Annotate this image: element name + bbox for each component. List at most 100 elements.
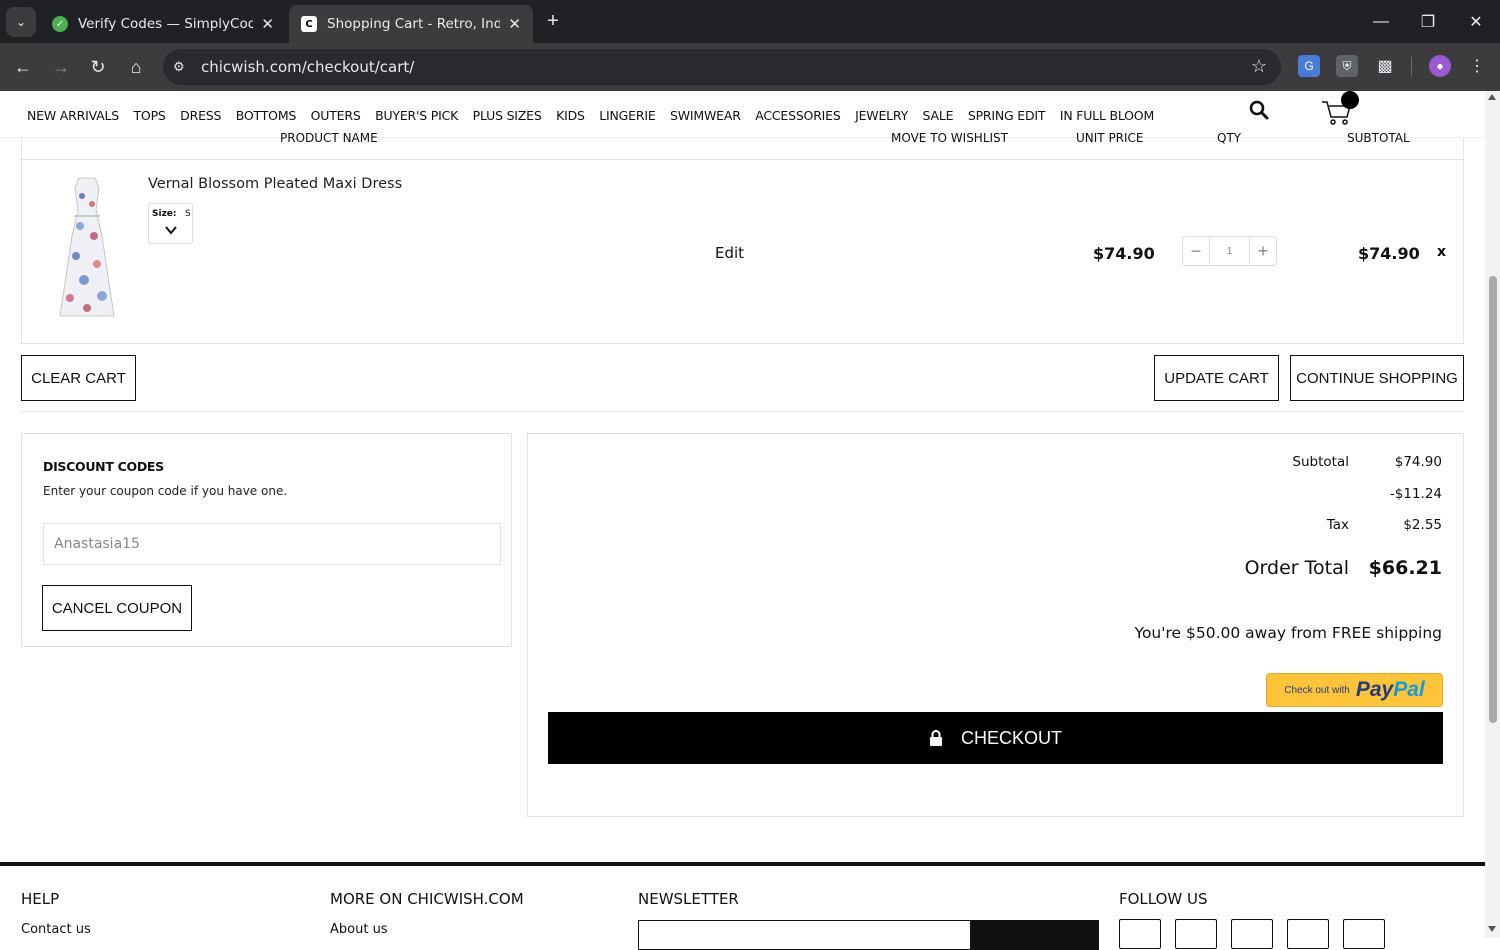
scroll-up-arrow-icon[interactable] — [1488, 94, 1496, 100]
quantity-stepper: − 1 + — [1182, 236, 1277, 266]
column-header-product: PRODUCT NAME — [280, 132, 378, 144]
translate-extension-icon[interactable]: G — [1298, 55, 1320, 77]
paypal-checkout-button[interactable]: Check out with PayPal — [1266, 673, 1443, 707]
order-total-label: Order Total — [1244, 557, 1349, 579]
minimize-icon[interactable]: — — [1366, 8, 1396, 36]
decrease-qty-button[interactable]: − — [1183, 237, 1209, 265]
reload-icon[interactable]: ↻ — [84, 53, 112, 81]
nav-jewelry[interactable]: JEWELRY — [855, 108, 908, 123]
footer-follow-heading: FOLLOW US — [1119, 890, 1208, 908]
nav-accessories[interactable]: ACCESSORIES — [755, 108, 841, 123]
cancel-coupon-button[interactable]: CANCEL COUPON — [42, 585, 192, 631]
nav-spring-edit[interactable]: SPRING EDIT — [968, 108, 1046, 123]
discount-value: -$11.24 — [1389, 486, 1442, 502]
discount-hint: Enter your coupon code if you have one. — [43, 484, 288, 498]
nav-buyers-pick[interactable]: BUYER'S PICK — [375, 108, 458, 123]
cart-count-badge — [1341, 91, 1359, 109]
footer-about-link[interactable]: About us — [330, 922, 388, 937]
scrollbar-thumb[interactable] — [1489, 276, 1497, 723]
back-icon[interactable]: ← — [9, 53, 37, 81]
profile-avatar[interactable]: ● — [1429, 55, 1451, 77]
tiktok-icon[interactable] — [1343, 919, 1385, 949]
item-subtotal: $74.90 — [1358, 244, 1420, 263]
checkout-button[interactable]: CHECKOUT — [548, 712, 1443, 764]
cart-table: PRODUCT NAME MOVE TO WISHLIST UNIT PRICE… — [21, 132, 1464, 344]
lock-icon — [929, 730, 942, 746]
shield-extension-icon[interactable]: ⛨ — [1336, 55, 1358, 77]
remove-item-button[interactable]: x — [1437, 244, 1446, 260]
edit-item-link[interactable]: Edit — [715, 244, 744, 262]
nav-tops[interactable]: TOPS — [134, 108, 166, 123]
site-header: NEW ARRIVALS TOPS DRESS BOTTOMS OUTERS B… — [0, 91, 1485, 138]
discount-title: DISCOUNT CODES — [43, 459, 164, 474]
page-scrollbar[interactable] — [1485, 91, 1500, 938]
restore-icon[interactable]: ❐ — [1413, 8, 1443, 36]
product-image[interactable] — [52, 176, 122, 326]
close-tab-icon[interactable]: ✕ — [508, 15, 521, 33]
free-shipping-message: You're $50.00 away from FREE shipping — [1134, 624, 1442, 642]
nav-lingerie[interactable]: LINGERIE — [599, 108, 655, 123]
nav-bottoms[interactable]: BOTTOMS — [236, 108, 297, 123]
toolbar-separator — [1411, 57, 1412, 77]
unit-price: $74.90 — [1093, 244, 1155, 263]
footer-newsletter-heading: NEWSLETTER — [638, 890, 739, 908]
nav-plus-sizes[interactable]: PLUS SIZES — [473, 108, 542, 123]
size-label: Size: — [152, 209, 177, 219]
footer-contact-link[interactable]: Contact us — [21, 922, 91, 937]
product-name-link[interactable]: Vernal Blossom Pleated Maxi Dress — [148, 176, 402, 192]
tax-label: Tax — [1326, 517, 1349, 533]
column-header-unit-price: UNIT PRICE — [1076, 132, 1144, 144]
main-menu: NEW ARRIVALS TOPS DRESS BOTTOMS OUTERS B… — [27, 108, 1169, 123]
close-tab-icon[interactable]: ✕ — [261, 15, 274, 33]
increase-qty-button[interactable]: + — [1250, 237, 1276, 265]
scroll-down-arrow-icon[interactable] — [1488, 926, 1496, 932]
extensions-puzzle-icon[interactable]: ▩ — [1374, 55, 1396, 77]
section-divider — [21, 411, 1464, 412]
checkout-label: CHECKOUT — [960, 727, 1062, 748]
paypal-caption: Check out with — [1284, 684, 1350, 696]
facebook-icon[interactable] — [1175, 919, 1217, 949]
pinterest-icon[interactable] — [1231, 919, 1273, 949]
tab-search-icon[interactable]: ⌄ — [6, 7, 36, 37]
header-divider — [22, 159, 1463, 160]
subtotal-value: $74.90 — [1394, 454, 1442, 470]
continue-shopping-button[interactable]: CONTINUE SHOPPING — [1290, 355, 1464, 401]
search-icon[interactable] — [1248, 99, 1270, 121]
newsletter-subscribe-button[interactable] — [971, 920, 1099, 950]
nav-sale[interactable]: SALE — [923, 108, 954, 123]
forward-icon[interactable]: → — [47, 53, 75, 81]
site-info-icon[interactable]: ⚙ — [173, 59, 193, 75]
size-value: S — [185, 209, 191, 219]
instagram-icon[interactable] — [1119, 919, 1161, 949]
twitter-icon[interactable] — [1287, 919, 1329, 949]
tab-title: Verify Codes — SimplyCodes — [78, 16, 254, 32]
update-cart-button[interactable]: UPDATE CART — [1154, 355, 1279, 401]
address-bar[interactable]: ⚙ chicwish.com/checkout/cart/ ☆ — [163, 49, 1281, 85]
bookmark-star-icon[interactable]: ☆ — [1251, 56, 1267, 77]
home-icon[interactable]: ⌂ — [122, 53, 150, 81]
size-select[interactable]: Size: S — [148, 203, 193, 244]
browser-menu-icon[interactable]: ⋮ — [1466, 55, 1488, 77]
tax-value: $2.55 — [1403, 517, 1442, 533]
tab-verify-codes[interactable]: ✓ Verify Codes — SimplyCodes ✕ — [40, 5, 286, 43]
order-total-value: $66.21 — [1368, 557, 1442, 579]
quantity-input[interactable]: 1 — [1209, 237, 1250, 265]
nav-swimwear[interactable]: SWIMWEAR — [670, 108, 741, 123]
close-window-icon[interactable]: ✕ — [1461, 8, 1491, 36]
nav-new-arrivals[interactable]: NEW ARRIVALS — [27, 108, 119, 123]
nav-dress[interactable]: DRESS — [180, 108, 221, 123]
subtotal-label: Subtotal — [1292, 454, 1349, 470]
nav-outers[interactable]: OUTERS — [311, 108, 361, 123]
nav-kids[interactable]: KIDS — [556, 108, 585, 123]
tab-shopping-cart[interactable]: C Shopping Cart - Retro, Indie and Uniqu… — [289, 5, 533, 43]
clear-cart-button[interactable]: CLEAR CART — [21, 355, 136, 401]
footer-more-heading: MORE ON CHICWISH.COM — [330, 890, 524, 908]
footer-top-rule — [0, 862, 1485, 866]
nav-in-full-bloom[interactable]: IN FULL BLOOM — [1060, 108, 1154, 123]
paypal-logo: PayPal — [1355, 678, 1425, 701]
newsletter-email-input[interactable] — [638, 920, 971, 950]
coupon-code-input[interactable]: Anastasia15 — [43, 523, 501, 565]
column-header-subtotal: SUBTOTAL — [1347, 132, 1410, 144]
url-text: chicwish.com/checkout/cart/ — [201, 58, 415, 76]
new-tab-icon[interactable]: + — [541, 9, 565, 33]
